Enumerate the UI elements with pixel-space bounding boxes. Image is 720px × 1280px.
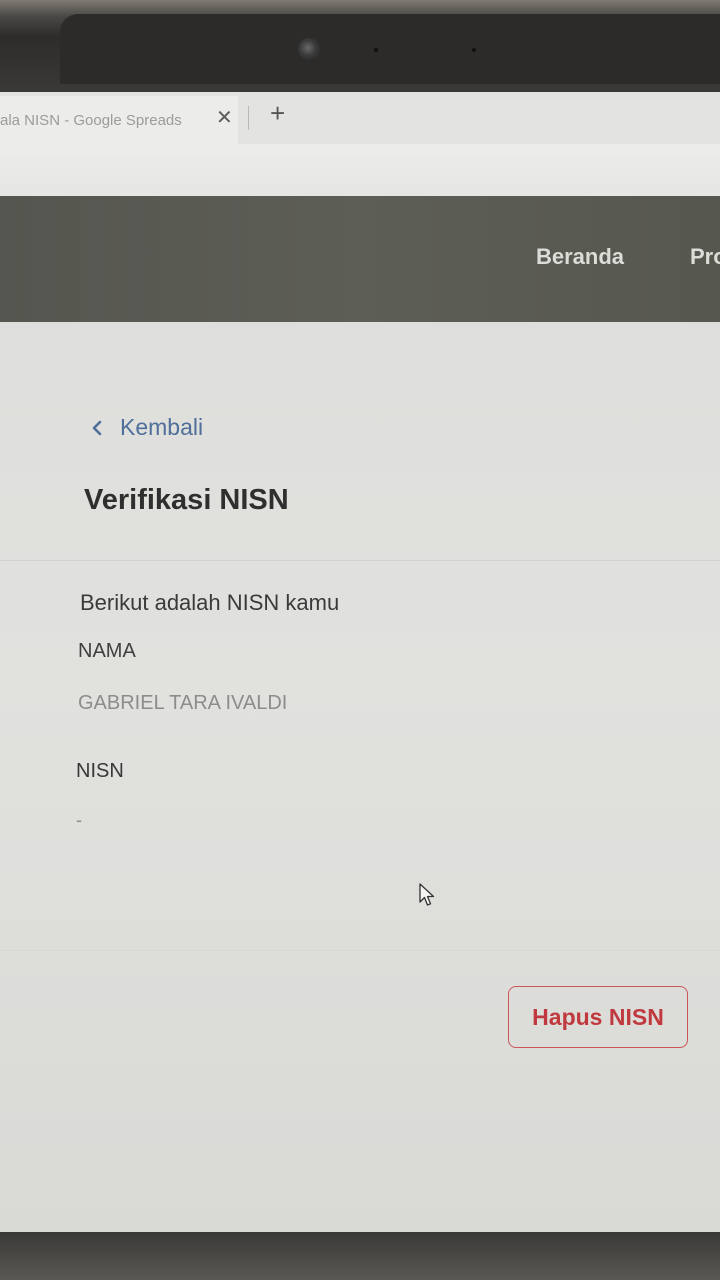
divider (0, 950, 720, 951)
browser-toolbar (0, 144, 720, 197)
light-sensor (472, 48, 476, 52)
main-content: Kembali Verifikasi NISN Berikut adalah N… (0, 322, 720, 1232)
close-icon[interactable]: ✕ (216, 108, 233, 128)
divider (0, 560, 720, 561)
light-sensor (374, 48, 378, 52)
tab-separator (248, 106, 249, 130)
laptop-bezel-bottom (0, 1232, 720, 1280)
nav-link-beranda[interactable]: Beranda (536, 244, 624, 270)
intro-text: Berikut adalah NISN kamu (80, 590, 340, 615)
browser-tab[interactable]: ala NISN - Google Spreads ✕ (0, 96, 238, 144)
mouse-pointer-icon (419, 883, 435, 906)
nama-value: GABRIEL TARA IVALDI (78, 692, 288, 714)
delete-nisn-button[interactable]: Hapus NISN (508, 986, 688, 1048)
back-link-label: Kembali (120, 414, 204, 440)
chevron-left-icon (92, 420, 102, 435)
plus-icon[interactable]: + (270, 100, 285, 126)
webcam (298, 38, 320, 60)
page-title: Verifikasi NISN (84, 484, 289, 516)
nisn-label: NISN (76, 760, 124, 782)
site-header: Beranda Pro (0, 196, 720, 322)
bezel-notch (60, 14, 720, 84)
laptop-bezel-top (0, 0, 720, 92)
back-link[interactable]: Kembali (88, 414, 203, 441)
nama-label: NAMA (78, 640, 136, 662)
tab-title: ala NISN - Google Spreads (0, 112, 182, 129)
browser-tab-strip: ala NISN - Google Spreads ✕ + (0, 92, 720, 144)
nav-link-profil[interactable]: Pro (690, 244, 720, 270)
nisn-value: - (76, 810, 82, 830)
